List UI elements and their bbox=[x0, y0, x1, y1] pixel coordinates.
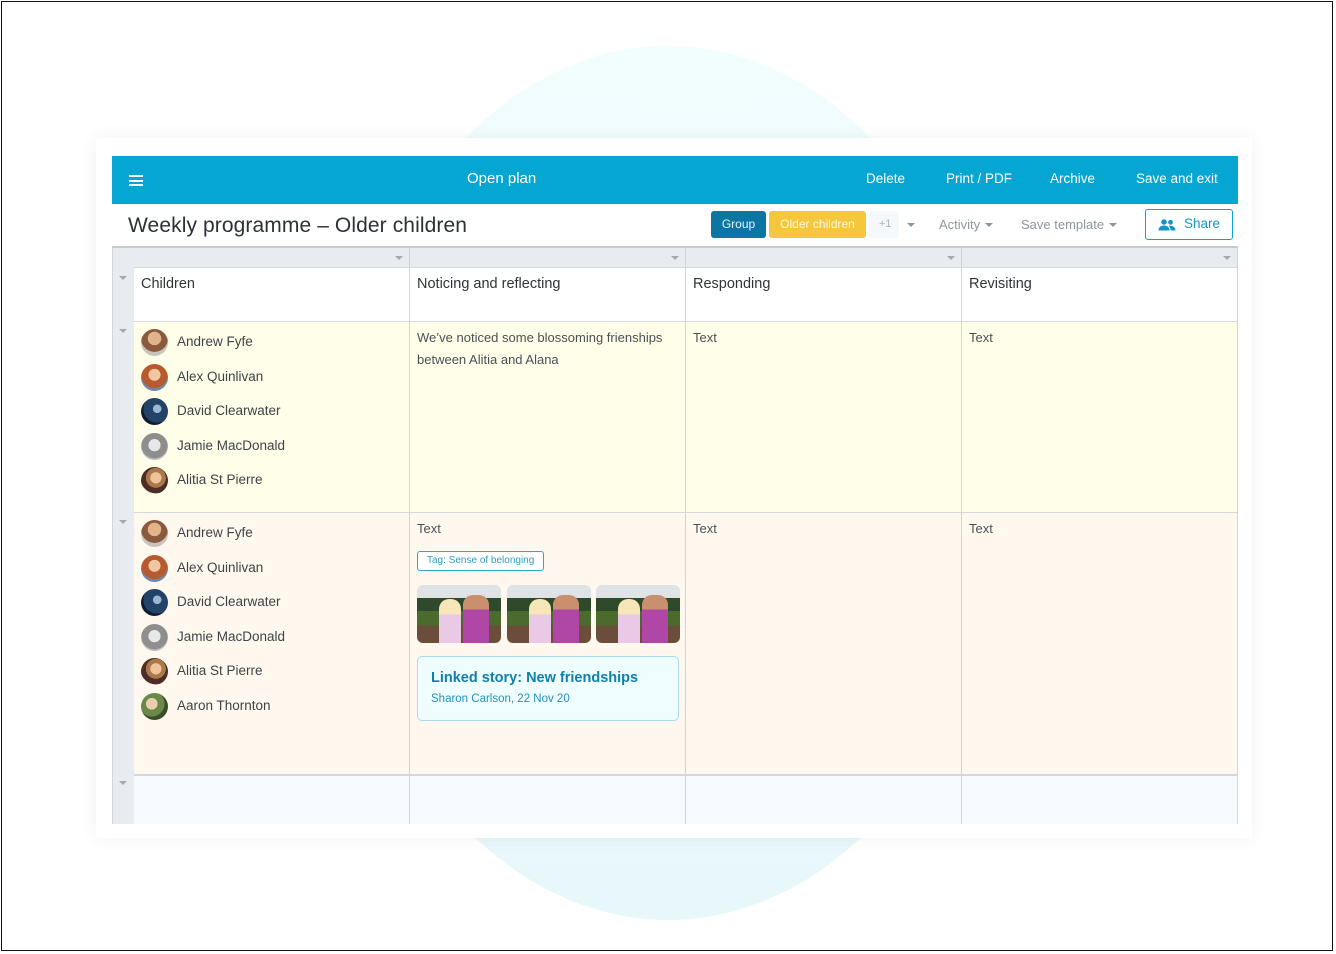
table-row-empty bbox=[134, 775, 1237, 824]
header-cell-revisiting[interactable]: Revisiting bbox=[962, 268, 1237, 321]
avatar bbox=[141, 364, 168, 391]
cell-text: Text bbox=[693, 330, 717, 345]
row-gutter bbox=[113, 248, 135, 824]
linked-story-card[interactable]: Linked story: New friendships Sharon Car… bbox=[417, 656, 679, 721]
save-and-exit-button[interactable]: Save and exit bbox=[1136, 171, 1218, 186]
top-bar: Open plan Delete Print / PDF Archive Sav… bbox=[112, 156, 1238, 204]
avatar bbox=[141, 555, 168, 582]
column-header: Responding bbox=[693, 276, 771, 292]
cell-text: Text bbox=[969, 521, 993, 536]
row-menu-chevron-icon[interactable] bbox=[119, 781, 127, 785]
hamburger-menu-icon[interactable] bbox=[129, 175, 143, 186]
empty-cell[interactable] bbox=[134, 776, 410, 824]
column-menu[interactable] bbox=[962, 248, 1237, 267]
empty-cell[interactable] bbox=[686, 776, 962, 824]
print-pdf-button[interactable]: Print / PDF bbox=[946, 171, 1012, 186]
column-header: Revisiting bbox=[969, 276, 1032, 292]
table-row: Andrew Fyfe Alex Quinlivan David Clearwa… bbox=[134, 513, 1237, 775]
topbar-title: Open plan bbox=[467, 170, 537, 187]
avatar bbox=[141, 624, 168, 651]
cell-text: Text bbox=[969, 330, 993, 345]
activity-label: Activity bbox=[939, 217, 981, 232]
child-name: Jamie MacDonald bbox=[177, 438, 286, 453]
cell-text: Text bbox=[693, 521, 717, 536]
share-button[interactable]: Share bbox=[1145, 209, 1233, 240]
cell-text: We’ve noticed some blossoming frienships… bbox=[417, 330, 663, 367]
photo-thumbnail[interactable] bbox=[596, 585, 680, 643]
avatar bbox=[141, 520, 168, 547]
chevron-down-icon bbox=[1109, 222, 1118, 227]
header-cell-children[interactable]: Children bbox=[134, 268, 410, 321]
row-menu-chevron-icon[interactable] bbox=[119, 329, 127, 333]
page-title: Weekly programme – Older children bbox=[128, 214, 468, 237]
child-name: Aaron Thornton bbox=[177, 698, 271, 713]
column-menu[interactable] bbox=[686, 248, 962, 267]
child-name: Alex Quinlivan bbox=[177, 560, 264, 575]
header-cell-noticing[interactable]: Noticing and reflecting bbox=[410, 268, 686, 321]
story-byline: Sharon Carlson, 22 Nov 20 bbox=[431, 693, 570, 705]
child-name: Alex Quinlivan bbox=[177, 369, 264, 384]
photo-thumbnail[interactable] bbox=[507, 585, 591, 643]
child-name: Alitia St Pierre bbox=[177, 663, 263, 678]
responding-cell[interactable]: Text bbox=[686, 513, 962, 774]
chevron-down-icon bbox=[947, 256, 955, 260]
column-header: Children bbox=[141, 276, 195, 292]
child-name: Andrew Fyfe bbox=[177, 525, 253, 540]
responding-cell[interactable]: Text bbox=[686, 322, 962, 512]
chevron-down-icon bbox=[985, 222, 994, 227]
column-menu-strip bbox=[134, 248, 1237, 268]
children-cell[interactable]: Andrew Fyfe Alex Quinlivan David Clearwa… bbox=[134, 322, 410, 512]
empty-cell[interactable] bbox=[962, 776, 1237, 824]
groups-chevron-down-icon[interactable] bbox=[907, 223, 915, 227]
tag-badge[interactable]: Tag: Sense of belonging bbox=[417, 551, 545, 571]
cell-text: Text bbox=[417, 521, 441, 536]
children-cell[interactable]: Andrew Fyfe Alex Quinlivan David Clearwa… bbox=[134, 513, 410, 774]
story-title: Linked story: New friendships bbox=[431, 670, 639, 686]
archive-button[interactable]: Archive bbox=[1050, 171, 1095, 186]
chevron-down-icon bbox=[395, 256, 403, 260]
table-row: Andrew Fyfe Alex Quinlivan David Clearwa… bbox=[134, 322, 1237, 513]
row-menu-chevron-icon[interactable] bbox=[119, 276, 127, 280]
child-name: Andrew Fyfe bbox=[177, 334, 253, 349]
noticing-cell[interactable]: We’ve noticed some blossoming frienships… bbox=[410, 322, 686, 512]
activity-dropdown[interactable]: Activity bbox=[939, 217, 994, 232]
more-groups-chip[interactable]: +1 bbox=[869, 211, 899, 238]
header-cell-responding[interactable]: Responding bbox=[686, 268, 962, 321]
plan-grid: Children Noticing and reflecting Respond… bbox=[112, 246, 1238, 824]
avatar bbox=[141, 467, 168, 494]
photo-thumbnail[interactable] bbox=[417, 585, 501, 643]
child-name: David Clearwater bbox=[177, 403, 281, 418]
chevron-down-icon bbox=[1223, 256, 1231, 260]
child-name: Jamie MacDonald bbox=[177, 629, 286, 644]
header-row: Children Noticing and reflecting Respond… bbox=[134, 268, 1237, 322]
delete-button[interactable]: Delete bbox=[866, 171, 905, 186]
column-menu[interactable] bbox=[410, 248, 686, 267]
group-chip[interactable]: Group bbox=[711, 211, 766, 238]
avatar bbox=[141, 433, 168, 460]
revisiting-cell[interactable]: Text bbox=[962, 513, 1237, 774]
save-template-label: Save template bbox=[1021, 217, 1105, 232]
sub-header: Weekly programme – Older children Group … bbox=[112, 204, 1238, 246]
share-label: Share bbox=[1184, 216, 1221, 231]
avatar bbox=[141, 693, 168, 720]
row-menu-chevron-icon[interactable] bbox=[119, 520, 127, 524]
child-name: David Clearwater bbox=[177, 594, 281, 609]
empty-cell[interactable] bbox=[410, 776, 686, 824]
avatar bbox=[141, 329, 168, 356]
avatar bbox=[141, 658, 168, 685]
child-name: Alitia St Pierre bbox=[177, 472, 263, 487]
save-template-dropdown[interactable]: Save template bbox=[1021, 217, 1118, 232]
avatar bbox=[141, 398, 168, 425]
column-header: Noticing and reflecting bbox=[417, 276, 561, 292]
users-icon bbox=[1158, 219, 1176, 231]
avatar bbox=[141, 589, 168, 616]
older-children-chip[interactable]: Older children bbox=[769, 211, 866, 238]
column-menu[interactable] bbox=[134, 248, 410, 267]
chevron-down-icon bbox=[671, 256, 679, 260]
noticing-cell[interactable]: Text Tag: Sense of belonging Linked stor… bbox=[410, 513, 686, 774]
revisiting-cell[interactable]: Text bbox=[962, 322, 1237, 512]
